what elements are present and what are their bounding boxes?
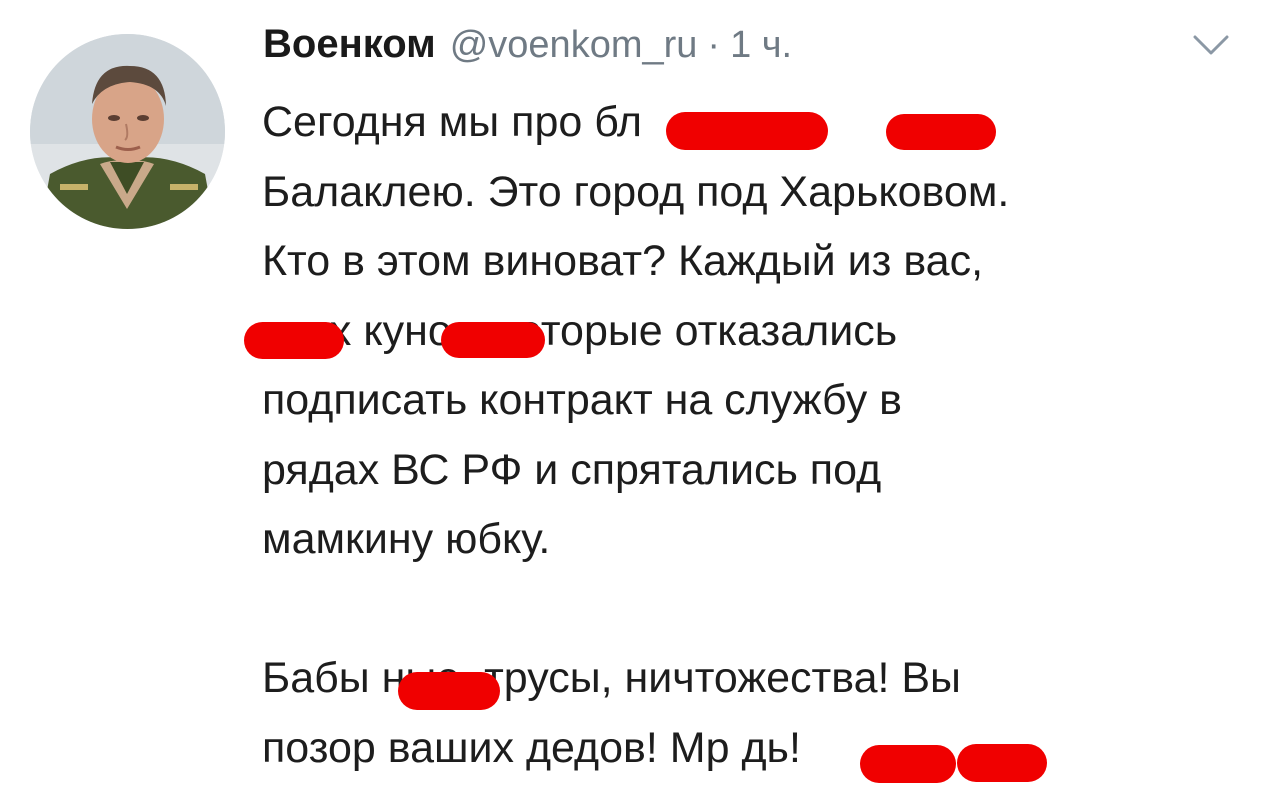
avatar[interactable]: [30, 34, 225, 229]
redaction-mark: [666, 112, 828, 150]
tweet-line: позор ваших дедов! Мр дь!: [262, 723, 801, 772]
tweet-line: рядах ВС РФ и спрятались под: [262, 445, 882, 494]
redaction-mark: [398, 672, 500, 710]
tweet-card: Военком @voenkom_ru · 1 ч. Сегодня мы пр…: [0, 0, 1273, 793]
tweet-line: Балаклею. Это город под Харьковом.: [262, 167, 1010, 216]
author-name[interactable]: Военком: [263, 22, 436, 67]
meta-separator: ·: [707, 24, 721, 66]
tweet-timestamp[interactable]: 1 ч.: [730, 24, 792, 67]
chevron-down-icon[interactable]: [1193, 34, 1229, 56]
tweet-line: подписать контракт на службу в: [262, 376, 902, 424]
author-handle[interactable]: @voenkom_ru: [450, 24, 698, 67]
redaction-mark: [886, 114, 996, 150]
tweet-line: Кто в этом виноват? Каждый из вас,: [262, 237, 984, 285]
redaction-mark: [957, 744, 1047, 782]
tweet-header: Военком @voenkom_ru · 1 ч.: [263, 22, 792, 70]
avatar-photo: [30, 34, 225, 229]
tweet-line: учих кунов, которые отказались: [262, 306, 898, 355]
redaction-mark: [244, 322, 344, 359]
redaction-mark: [860, 745, 956, 783]
tweet-line: мамкину юбку.: [262, 515, 551, 563]
redaction-mark: [441, 322, 545, 358]
